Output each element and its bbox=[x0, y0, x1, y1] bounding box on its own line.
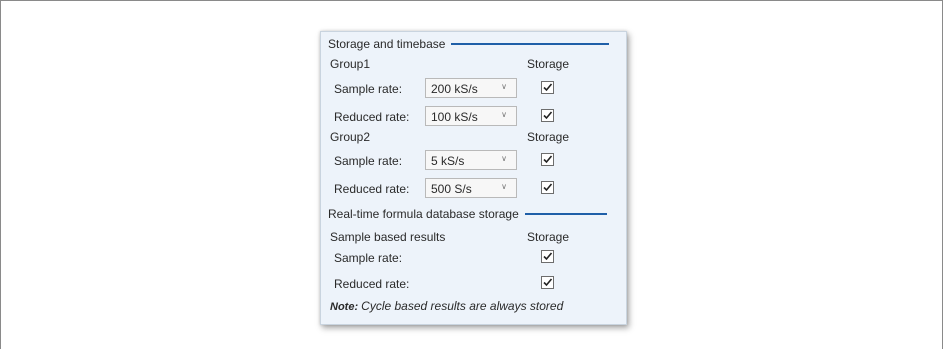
checkmark-icon bbox=[543, 278, 553, 287]
storage-settings-panel: Storage and timebase Group1 Storage Samp… bbox=[320, 31, 627, 325]
checkmark-icon bbox=[543, 183, 553, 192]
section-divider-line bbox=[524, 213, 607, 215]
checkmark-icon bbox=[543, 111, 553, 120]
group1-title: Group1 bbox=[330, 57, 371, 71]
group1-sample-rate-select[interactable]: 200 kS/s ∨ bbox=[425, 78, 517, 98]
sample-based-sample-rate-label: Sample rate: bbox=[334, 251, 403, 265]
note-text: Cycle based results are always stored bbox=[361, 299, 564, 313]
group2-reduced-rate-label: Reduced rate: bbox=[334, 182, 410, 196]
section-divider-line bbox=[451, 43, 610, 45]
sample-based-reduced-rate-label: Reduced rate: bbox=[334, 277, 410, 291]
chevron-down-icon: ∨ bbox=[501, 110, 507, 119]
select-value: 500 S/s bbox=[431, 182, 472, 196]
section-title: Storage and timebase bbox=[328, 37, 446, 51]
group1-storage-header: Storage bbox=[527, 57, 570, 71]
sample-based-title: Sample based results bbox=[330, 230, 446, 244]
chevron-down-icon: ∨ bbox=[501, 154, 507, 163]
sample-based-storage-header: Storage bbox=[527, 230, 570, 244]
note-prefix: Note: bbox=[330, 301, 359, 313]
section-header-storage-timebase: Storage and timebase bbox=[328, 37, 610, 51]
group1-reduced-rate-select[interactable]: 100 kS/s ∨ bbox=[425, 106, 517, 126]
section-title: Real-time formula database storage bbox=[328, 207, 519, 221]
storage-note: Note: Cycle based results are always sto… bbox=[330, 299, 563, 313]
group2-storage-header: Storage bbox=[527, 130, 570, 144]
checkmark-icon bbox=[543, 252, 553, 261]
group1-sample-rate-label: Sample rate: bbox=[334, 82, 403, 96]
group2-reduced-rate-storage-checkbox[interactable] bbox=[541, 181, 554, 194]
group1-reduced-rate-label: Reduced rate: bbox=[334, 110, 410, 124]
group2-sample-rate-select[interactable]: 5 kS/s ∨ bbox=[425, 150, 517, 170]
group2-title: Group2 bbox=[330, 130, 371, 144]
group2-sample-rate-storage-checkbox[interactable] bbox=[541, 153, 554, 166]
sample-based-reduced-rate-storage-checkbox[interactable] bbox=[541, 276, 554, 289]
sample-based-sample-rate-storage-checkbox[interactable] bbox=[541, 250, 554, 263]
select-value: 100 kS/s bbox=[431, 110, 478, 124]
group2-reduced-rate-select[interactable]: 500 S/s ∨ bbox=[425, 178, 517, 198]
group1-sample-rate-storage-checkbox[interactable] bbox=[541, 81, 554, 94]
checkmark-icon bbox=[543, 155, 553, 164]
checkmark-icon bbox=[543, 83, 553, 92]
chevron-down-icon: ∨ bbox=[501, 82, 507, 91]
chevron-down-icon: ∨ bbox=[501, 182, 507, 191]
group2-sample-rate-label: Sample rate: bbox=[334, 154, 403, 168]
select-value: 200 kS/s bbox=[431, 82, 478, 96]
section-header-formula-storage: Real-time formula database storage bbox=[328, 207, 607, 221]
group1-reduced-rate-storage-checkbox[interactable] bbox=[541, 109, 554, 122]
select-value: 5 kS/s bbox=[431, 154, 465, 168]
